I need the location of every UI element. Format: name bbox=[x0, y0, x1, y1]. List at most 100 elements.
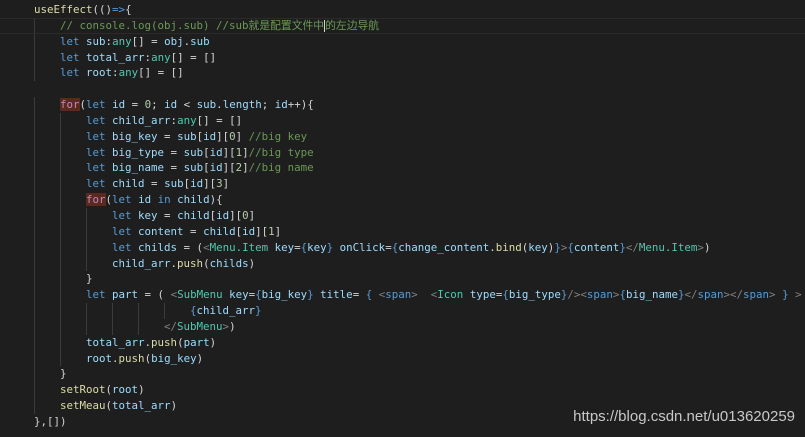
code-line[interactable]: let part = ( <SubMenu key={big_key} titl… bbox=[0, 287, 805, 304]
code-line[interactable]: let sub:any[] = obj.sub bbox=[0, 33, 805, 50]
code-token: let bbox=[86, 145, 113, 159]
code-token: = bbox=[125, 98, 145, 112]
code-token: setRoot bbox=[60, 383, 106, 397]
indent-guide bbox=[34, 97, 35, 113]
code-token: ) bbox=[170, 399, 178, 413]
code-token: span bbox=[697, 288, 724, 302]
code-token: = bbox=[164, 161, 184, 175]
indent-guide bbox=[164, 303, 165, 319]
indent-guide bbox=[34, 398, 35, 414]
code-token: ] bbox=[274, 224, 282, 238]
code-token: id bbox=[274, 98, 288, 112]
code-token: ][ bbox=[229, 208, 243, 222]
code-token: big_key bbox=[151, 351, 197, 365]
code-token: id bbox=[209, 161, 223, 175]
code-line[interactable]: </SubMenu>) bbox=[0, 318, 805, 335]
code-line[interactable]: let childs = (<Menu.Item key={key} onCli… bbox=[0, 239, 805, 256]
code-token: [] = [] bbox=[196, 113, 243, 127]
code-token: ++){ bbox=[287, 98, 314, 112]
code-token: child_arr bbox=[112, 256, 171, 270]
code-line[interactable]: useEffect(()=>{ bbox=[0, 2, 805, 18]
code-token: length bbox=[222, 98, 262, 112]
code-line[interactable]: {child_arr} bbox=[0, 303, 805, 319]
code-line[interactable]: let total_arr:any[] = [] bbox=[0, 49, 805, 66]
code-token: span bbox=[743, 288, 770, 302]
indent-guide bbox=[60, 318, 61, 335]
code-token: child_arr bbox=[112, 113, 171, 127]
code-token: root bbox=[86, 66, 113, 80]
code-editor[interactable]: useEffect(()=>{ // console.log(obj.sub) … bbox=[0, 2, 805, 430]
code-token: child bbox=[177, 208, 210, 222]
indent-guide bbox=[138, 303, 139, 319]
code-line[interactable]: let big_key = sub[id][0] //big key bbox=[0, 128, 805, 145]
code-token: let bbox=[60, 50, 87, 64]
code-token: ] bbox=[222, 177, 230, 191]
indent-guide bbox=[34, 18, 35, 33]
code-line[interactable]: setRoot(root) bbox=[0, 382, 805, 399]
code-token: key bbox=[307, 240, 327, 254]
indent-guide bbox=[60, 350, 61, 367]
indent-guide bbox=[34, 255, 35, 272]
code-token: span bbox=[586, 288, 613, 302]
code-token: any bbox=[151, 50, 171, 64]
code-token: = bbox=[183, 224, 204, 238]
code-token: //big key bbox=[248, 129, 308, 143]
code-token: part bbox=[112, 288, 139, 302]
code-line[interactable]: let child = sub[id][3] bbox=[0, 176, 805, 193]
code-line[interactable]: let big_type = sub[id][1]//big type bbox=[0, 144, 805, 161]
code-line[interactable] bbox=[0, 81, 805, 97]
code-token: = bbox=[144, 177, 165, 191]
code-token: type bbox=[463, 288, 496, 302]
code-token: sub bbox=[190, 34, 210, 48]
code-line[interactable]: } bbox=[0, 271, 805, 288]
code-token: push bbox=[151, 335, 178, 349]
code-line[interactable]: for(let id in child){ bbox=[0, 192, 805, 208]
code-line[interactable]: let big_name = sub[id][2]//big name bbox=[0, 160, 805, 177]
code-line[interactable]: // console.log(obj.sub) //sub就是配置文件中的左边导… bbox=[0, 17, 805, 34]
indent-guide bbox=[86, 239, 87, 256]
code-token: [] = [] bbox=[138, 66, 184, 80]
code-token: id bbox=[138, 193, 152, 207]
code-token: big_key bbox=[112, 129, 158, 143]
code-token: total_arr bbox=[112, 399, 171, 413]
code-token: ) bbox=[196, 351, 204, 365]
code-token: child bbox=[203, 224, 236, 238]
code-token: let bbox=[112, 193, 139, 207]
code-token: let bbox=[86, 288, 113, 302]
code-token: sub bbox=[196, 98, 217, 112]
code-token: child bbox=[177, 193, 210, 207]
indent-guide bbox=[60, 128, 61, 145]
code-line[interactable]: root.push(big_key) bbox=[0, 350, 805, 367]
indent-guide bbox=[60, 303, 61, 319]
code-token: let bbox=[86, 98, 113, 112]
code-token: root bbox=[86, 351, 113, 365]
indent-guide bbox=[34, 271, 35, 288]
code-token: let bbox=[86, 177, 113, 191]
code-line[interactable]: total_arr.push(part) bbox=[0, 334, 805, 351]
indent-guide bbox=[34, 318, 35, 335]
code-token: change_content bbox=[398, 240, 490, 254]
code-line[interactable]: let key = child[id][0] bbox=[0, 207, 805, 224]
code-line[interactable]: let content = child[id][1] bbox=[0, 223, 805, 240]
code-token: ; bbox=[151, 98, 165, 112]
code-token: key bbox=[268, 240, 295, 254]
code-line[interactable]: } bbox=[0, 366, 805, 383]
indent-guide bbox=[60, 160, 61, 177]
code-token: </ bbox=[684, 288, 698, 302]
indent-guide bbox=[34, 33, 35, 50]
code-token: } bbox=[255, 304, 262, 318]
indent-guide bbox=[60, 239, 61, 256]
code-line[interactable]: let root:any[] = [] bbox=[0, 65, 805, 82]
code-token: } bbox=[86, 272, 93, 286]
code-line[interactable]: child_arr.push(childs) bbox=[0, 255, 805, 272]
indent-guide bbox=[60, 223, 61, 240]
code-token: </ bbox=[164, 319, 178, 333]
code-token: ) bbox=[138, 383, 145, 397]
indent-guide bbox=[60, 112, 61, 129]
code-line[interactable]: for(let id = 0; id < sub.length; id++){ bbox=[0, 97, 805, 113]
code-token: total_arr bbox=[86, 50, 145, 64]
indent-guide bbox=[34, 350, 35, 367]
code-line[interactable]: let child_arr:any[] = [] bbox=[0, 112, 805, 129]
code-token: total_arr bbox=[86, 335, 145, 349]
code-token: big_name bbox=[112, 161, 165, 175]
